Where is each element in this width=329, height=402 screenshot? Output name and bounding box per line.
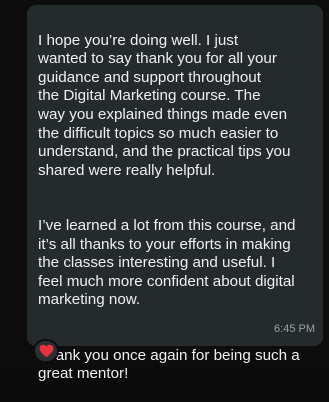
reaction-badge[interactable] xyxy=(33,339,59,363)
message-paragraph: I hope you’re doing well. I just wanted … xyxy=(38,31,291,179)
message-paragraph: Thank you once again for being such a gr… xyxy=(38,346,300,383)
message-bubble[interactable]: I hope you’re doing well. I just wanted … xyxy=(27,5,323,382)
message-text: I hope you’re doing well. I just wanted … xyxy=(38,13,313,402)
red-heart-icon xyxy=(39,344,53,358)
message-paragraph: I’ve learned a lot from this course, and… xyxy=(38,216,296,309)
message-timestamp: 6:45 PM xyxy=(274,323,315,335)
